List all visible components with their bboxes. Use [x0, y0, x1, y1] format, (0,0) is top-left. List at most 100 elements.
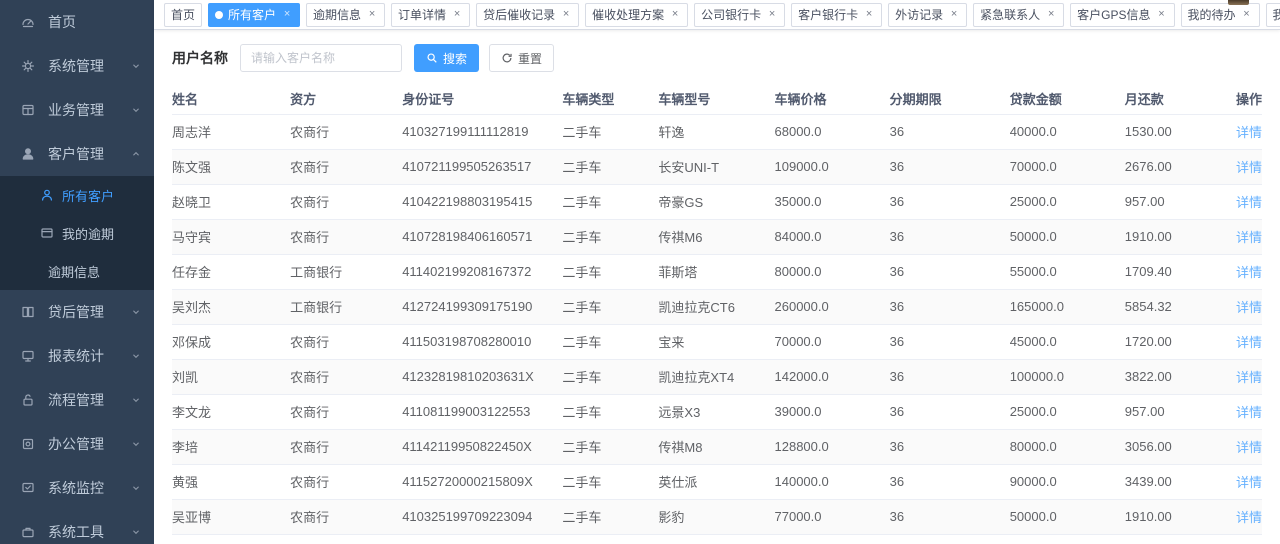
table-cell: 1720.00	[1125, 324, 1225, 359]
sidebar-item-流程管理[interactable]: 流程管理	[0, 378, 154, 422]
table-cell: 411503198708280010	[402, 324, 562, 359]
tab-贷后催收记录[interactable]: 贷后催收记录 ×	[476, 3, 579, 27]
table-cell: 农商行	[290, 394, 402, 429]
cursor-artifact	[1228, 0, 1249, 5]
detail-link[interactable]: 详情	[1236, 475, 1262, 490]
table-cell: 36	[890, 149, 1010, 184]
close-icon[interactable]: ×	[366, 9, 378, 21]
tab-逾期信息[interactable]: 逾期信息×	[306, 3, 385, 27]
search-button[interactable]: 搜索	[414, 44, 479, 72]
tab-我的流程[interactable]: 我的流程×	[1266, 3, 1280, 27]
table-cell: 142000.0	[775, 359, 890, 394]
tab-我的待办[interactable]: 我的待办×	[1181, 3, 1260, 27]
column-header-车辆类型: 车辆类型	[562, 84, 658, 114]
detail-link[interactable]: 详情	[1236, 370, 1262, 385]
sidebar-item-办公管理[interactable]: 办公管理	[0, 422, 154, 466]
customer-name-input[interactable]	[240, 44, 402, 72]
table-header-row: 姓名资方身份证号车辆类型车辆型号车辆价格分期期限贷款金额月还款操作	[172, 84, 1262, 114]
tab-所有客户[interactable]: 所有客户×	[208, 3, 300, 27]
close-icon[interactable]: ×	[766, 9, 778, 21]
column-header-身份证号: 身份证号	[402, 84, 562, 114]
reset-button-label: 重置	[518, 50, 542, 67]
detail-link[interactable]: 详情	[1236, 230, 1262, 245]
detail-link[interactable]: 详情	[1236, 265, 1262, 280]
table-cell: 远景X3	[658, 394, 774, 429]
table-cell: 80000.0	[1010, 429, 1125, 464]
table-cell: 吴亚博	[172, 499, 290, 534]
table-cell: 3056.00	[1125, 429, 1225, 464]
close-icon[interactable]: ×	[863, 9, 875, 21]
table-cell: 957.00	[1125, 184, 1225, 219]
table-cell: 36	[890, 219, 1010, 254]
sidebar-item-报表统计[interactable]: 报表统计	[0, 334, 154, 378]
column-header-操作: 操作	[1225, 84, 1262, 114]
tab-订单详情[interactable]: 订单详情 ×	[391, 3, 470, 27]
sidebar-item-贷后管理[interactable]: 贷后管理	[0, 290, 154, 334]
sidebar-item-label: 逾期信息	[48, 262, 142, 281]
tab-公司银行卡[interactable]: 公司银行卡×	[694, 3, 785, 27]
table-cell-actions: 详情	[1225, 359, 1262, 394]
close-icon[interactable]: ×	[451, 9, 463, 21]
tab-label: 订单详情	[398, 6, 446, 23]
tab-紧急联系人[interactable]: 紧急联系人 ×	[973, 3, 1064, 27]
chevron-down-icon	[130, 60, 142, 72]
table-row: 陈文强农商行410721199505263517二手车长安UNI-T109000…	[172, 149, 1262, 184]
detail-link[interactable]: 详情	[1236, 405, 1262, 420]
sidebar-item-所有客户[interactable]: 所有客户	[0, 176, 154, 214]
column-header-分期期限: 分期期限	[890, 84, 1010, 114]
detail-link[interactable]: 详情	[1236, 335, 1262, 350]
close-icon[interactable]: ×	[1241, 9, 1253, 21]
sidebar-item-逾期信息[interactable]: 逾期信息	[0, 252, 154, 290]
tab-label: 贷后催收记录	[483, 6, 555, 23]
column-header-资方: 资方	[290, 84, 402, 114]
sidebar-item-我的逾期[interactable]: 我的逾期	[0, 214, 154, 252]
chevron-up-icon	[130, 148, 142, 160]
table-cell: 36	[890, 359, 1010, 394]
sidebar-item-首页[interactable]: 首页	[0, 0, 154, 44]
table-cell: 70000.0	[775, 324, 890, 359]
close-icon[interactable]: ×	[560, 9, 572, 21]
table-cell: 3822.00	[1125, 359, 1225, 394]
sidebar-item-业务管理[interactable]: 业务管理	[0, 88, 154, 132]
tab-label: 紧急联系人	[980, 6, 1040, 23]
customer-table-wrap: 姓名资方身份证号车辆类型车辆型号车辆价格分期期限贷款金额月还款操作 周志洋农商行…	[154, 84, 1280, 544]
table-cell: 2676.00	[1125, 149, 1225, 184]
close-icon[interactable]: ×	[1045, 9, 1057, 21]
detail-link[interactable]: 详情	[1236, 160, 1262, 175]
sidebar-item-系统管理[interactable]: 系统管理	[0, 44, 154, 88]
detail-link[interactable]: 详情	[1236, 195, 1262, 210]
table-cell: 36	[890, 289, 1010, 324]
tab-客户GPS信息[interactable]: 客户GPS信息×	[1070, 3, 1174, 27]
tab-首页[interactable]: 首页	[164, 3, 202, 27]
doc-icon	[20, 436, 36, 452]
tab-外访记录[interactable]: 外访记录×	[888, 3, 967, 27]
detail-link[interactable]: 详情	[1236, 510, 1262, 525]
table-cell: 25000.0	[1010, 184, 1125, 219]
tab-催收处理方案[interactable]: 催收处理方案×	[585, 3, 688, 27]
table-cell: 二手车	[562, 184, 658, 219]
table-cell: 二手车	[562, 254, 658, 289]
monitor-check-icon	[20, 480, 36, 496]
table-cell: 36	[890, 534, 1010, 544]
table-cell: 二手车	[562, 464, 658, 499]
sidebar-item-label: 贷后管理	[48, 302, 130, 322]
sidebar-item-客户管理[interactable]: 客户管理	[0, 132, 154, 176]
table-cell: 410721199505263517	[402, 149, 562, 184]
table-cell-actions: 详情	[1225, 184, 1262, 219]
close-icon[interactable]: ×	[948, 9, 960, 21]
detail-link[interactable]: 详情	[1236, 440, 1262, 455]
reset-button[interactable]: 重置	[489, 44, 554, 72]
close-icon[interactable]: ×	[281, 9, 293, 21]
sidebar-item-系统工具[interactable]: 系统工具	[0, 510, 154, 544]
sidebar-item-系统监控[interactable]: 系统监控	[0, 466, 154, 510]
table-cell: 84000.0	[775, 219, 890, 254]
detail-link[interactable]: 详情	[1236, 125, 1262, 140]
table-cell: 40000.0	[1010, 114, 1125, 149]
tab-客户银行卡[interactable]: 客户银行卡×	[791, 3, 882, 27]
close-icon[interactable]: ×	[669, 9, 681, 21]
table-cell: 80000.0	[775, 254, 890, 289]
table-cell: 410222199106154821	[402, 534, 562, 544]
close-icon[interactable]: ×	[1156, 9, 1168, 21]
detail-link[interactable]: 详情	[1236, 300, 1262, 315]
table-row: 黄强农商行41152720000215809X二手车英仕派140000.0369…	[172, 464, 1262, 499]
